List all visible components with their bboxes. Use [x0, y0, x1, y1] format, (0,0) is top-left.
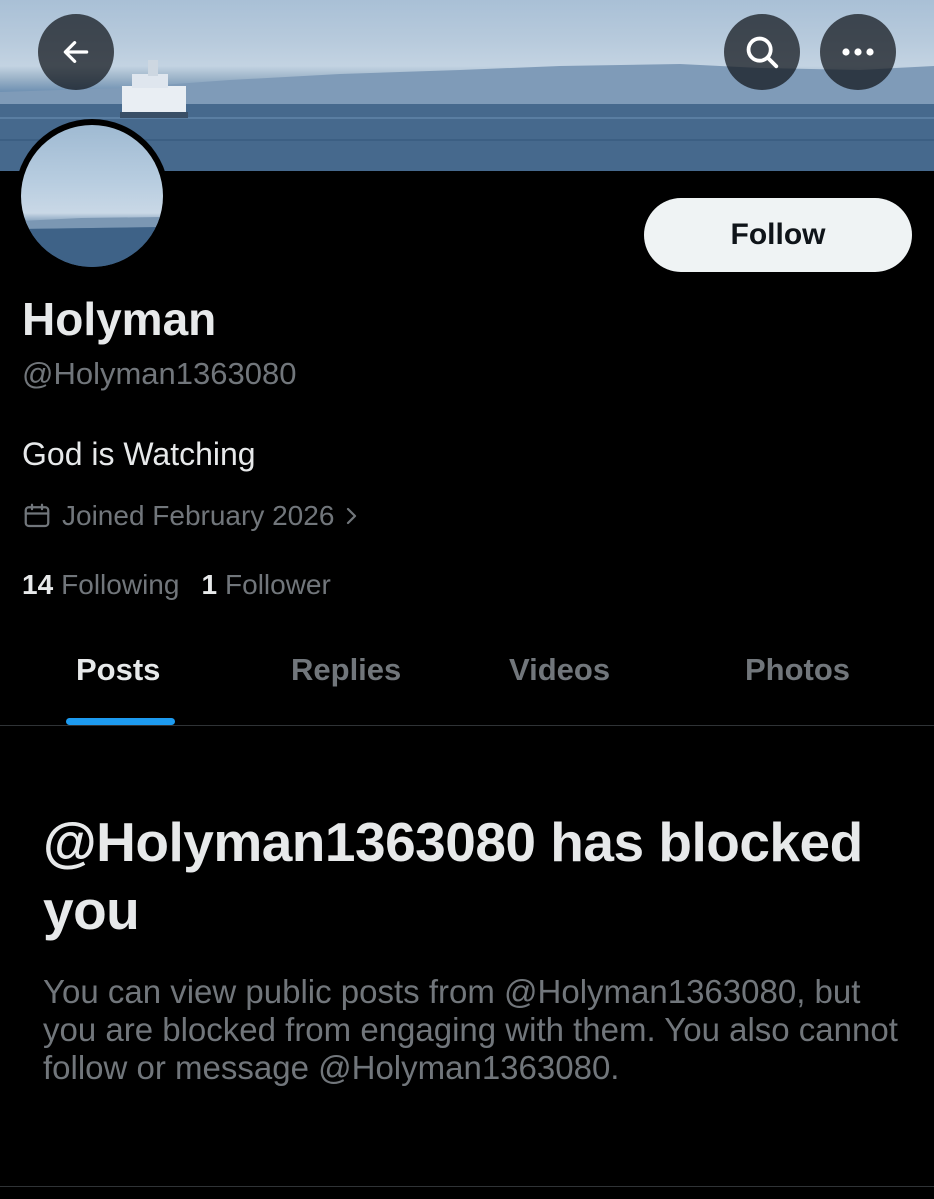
followers-count: 1 — [201, 569, 218, 600]
display-name: Holyman — [22, 293, 217, 345]
joined-label: Joined February 2026 — [62, 500, 335, 531]
following-count: 14 — [22, 569, 54, 600]
user-handle: @Holyman1363080 — [22, 356, 297, 391]
tab-photos[interactable]: Photos — [745, 652, 850, 688]
followers-label: Follower — [225, 569, 331, 600]
avatar-image — [21, 125, 163, 267]
followers-link[interactable]: 1 Follower — [201, 569, 330, 601]
follow-button[interactable]: Follow — [644, 198, 912, 272]
following-link[interactable]: 14 Following — [22, 569, 179, 601]
blocked-title: @Holyman1363080 has blocked you — [43, 811, 863, 941]
avatar[interactable] — [15, 119, 169, 273]
back-button[interactable] — [38, 14, 114, 90]
ferry-shape — [120, 60, 188, 118]
blocked-message: You can view public posts from @Holyman1… — [43, 973, 898, 1086]
arrow-left-icon — [63, 41, 89, 63]
tab-posts[interactable]: Posts — [76, 652, 160, 688]
tab-divider — [0, 725, 934, 726]
profile-stats: 14 Following 1 Follower — [22, 569, 331, 601]
search-button[interactable] — [724, 14, 800, 90]
bottom-divider — [0, 1186, 934, 1187]
chevron-right-icon — [344, 505, 360, 527]
calendar-icon — [22, 501, 52, 531]
active-tab-indicator — [66, 718, 175, 725]
more-button[interactable] — [820, 14, 896, 90]
search-icon — [746, 36, 779, 69]
following-label: Following — [61, 569, 180, 600]
tab-videos[interactable]: Videos — [509, 652, 610, 688]
more-horizontal-icon — [842, 48, 874, 56]
tab-replies[interactable]: Replies — [291, 652, 401, 688]
profile-bio: God is Watching — [22, 436, 256, 472]
joined-date[interactable]: Joined February 2026 — [22, 500, 360, 532]
